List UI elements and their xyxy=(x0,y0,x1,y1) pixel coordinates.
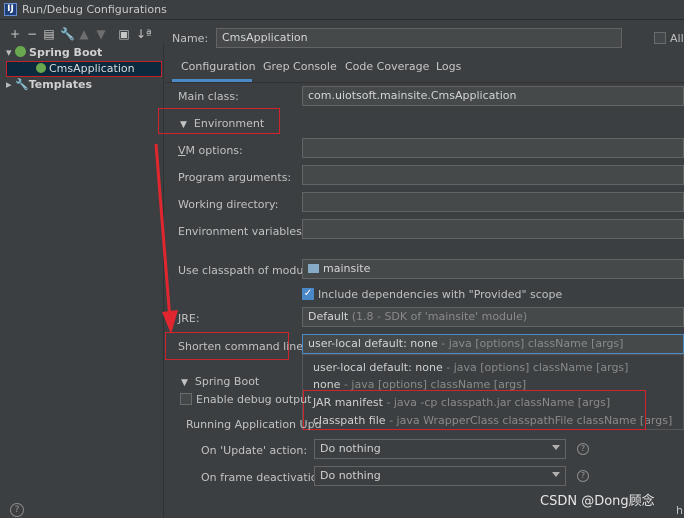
spring-app-icon xyxy=(36,63,46,73)
spring-boot-section-toggle[interactable]: ▼ Spring Boot xyxy=(181,375,259,388)
chevron-down-icon xyxy=(552,472,560,477)
vm-options-input[interactable] xyxy=(302,138,684,158)
name-input[interactable]: CmsApplication xyxy=(216,28,622,48)
on-update-label: On 'Update' action: xyxy=(201,444,308,457)
folder-icon[interactable]: ▣ xyxy=(117,26,131,42)
tab-grep-console[interactable]: Grep Console xyxy=(263,58,337,80)
expanded-arrow-icon: ▼ xyxy=(181,378,188,388)
working-directory-input[interactable] xyxy=(302,192,684,212)
include-dependencies-label: Include dependencies with "Provided" sco… xyxy=(318,288,563,301)
on-update-select[interactable]: Do nothing xyxy=(314,439,566,459)
on-frame-deactivation-select[interactable]: Do nothing xyxy=(314,466,566,486)
program-arguments-input[interactable] xyxy=(302,165,684,185)
annotation-arrow xyxy=(154,143,178,334)
tab-configuration[interactable]: Configuration xyxy=(181,58,256,80)
tab-logs[interactable]: Logs xyxy=(436,58,461,80)
chevron-down-icon xyxy=(552,445,560,450)
environment-section-toggle[interactable]: ▼ Environment xyxy=(180,117,264,130)
collapsed-arrow-icon: ▸ xyxy=(6,78,12,91)
environment-variables-input[interactable] xyxy=(302,219,684,239)
spring-boot-icon xyxy=(15,46,27,57)
tab-code-coverage[interactable]: Code Coverage xyxy=(345,58,429,80)
expanded-arrow-icon: ▼ xyxy=(180,120,187,130)
classpath-module-label: Use classpath of module: xyxy=(178,264,317,277)
window-title: Run/Debug Configurations xyxy=(22,3,167,16)
tree-item-cmsapplication-label: CmsApplication xyxy=(36,61,135,77)
intellij-app-icon: IJ xyxy=(4,3,17,16)
tabs-divider xyxy=(166,82,684,83)
expanded-arrow-icon: ▾ xyxy=(6,46,12,59)
module-folder-icon xyxy=(308,264,319,273)
option-user-local-default[interactable]: user-local default: none - java [options… xyxy=(313,361,628,374)
annotation-box-options xyxy=(303,390,646,430)
running-application-update-label: Running Application Upd xyxy=(186,418,322,431)
name-label: Name: xyxy=(172,32,209,45)
minus-icon[interactable]: − xyxy=(25,26,39,42)
shorten-command-line-select[interactable]: user-local default: none - java [options… xyxy=(302,334,684,354)
wrench-icon[interactable]: 🔧 xyxy=(60,26,75,42)
help-icon[interactable]: ? xyxy=(577,443,589,455)
working-directory-label: Working directory: xyxy=(178,198,279,211)
enable-debug-output-checkbox[interactable] xyxy=(180,393,192,405)
environment-variables-label: Environment variables: xyxy=(178,225,306,238)
main-class-label: Main class: xyxy=(178,90,239,103)
down-icon[interactable]: ▼ xyxy=(94,26,108,42)
watermark: CSDN @Dong顾念 xyxy=(540,494,655,509)
plus-icon[interactable]: + xyxy=(8,26,22,42)
enable-debug-output-label: Enable debug output xyxy=(196,393,312,406)
copy-icon[interactable]: ▤ xyxy=(42,26,56,42)
help-icon[interactable]: ? xyxy=(577,470,589,482)
program-arguments-label: Program arguments: xyxy=(178,171,292,184)
on-frame-deactivation-label: On frame deactivation: xyxy=(201,471,329,484)
include-dependencies-checkbox[interactable]: ✓ xyxy=(302,288,314,300)
truncated-text: h xyxy=(676,504,683,517)
tree-item-templates[interactable]: ▸ 🔧Templates xyxy=(6,77,92,93)
wrench-icon: 🔧 xyxy=(15,78,29,91)
allow-parallel-label: Allo xyxy=(670,32,684,45)
sort-icon[interactable]: ↓ª xyxy=(136,26,152,42)
tree-item-spring-boot[interactable]: ▾ Spring Boot xyxy=(6,45,102,61)
up-icon[interactable]: ▲ xyxy=(77,26,91,42)
allow-parallel-checkbox[interactable] xyxy=(654,32,666,44)
jre-select[interactable]: Default (1.8 - SDK of 'mainsite' module) xyxy=(302,307,684,327)
help-icon[interactable]: ? xyxy=(10,503,24,517)
config-tree-panel xyxy=(0,44,164,518)
shorten-command-line-label: Shorten command line: xyxy=(178,340,307,353)
classpath-module-select[interactable]: mainsite xyxy=(302,259,684,279)
main-class-field[interactable]: com.uiotsoft.mainsite.CmsApplication xyxy=(302,86,684,106)
